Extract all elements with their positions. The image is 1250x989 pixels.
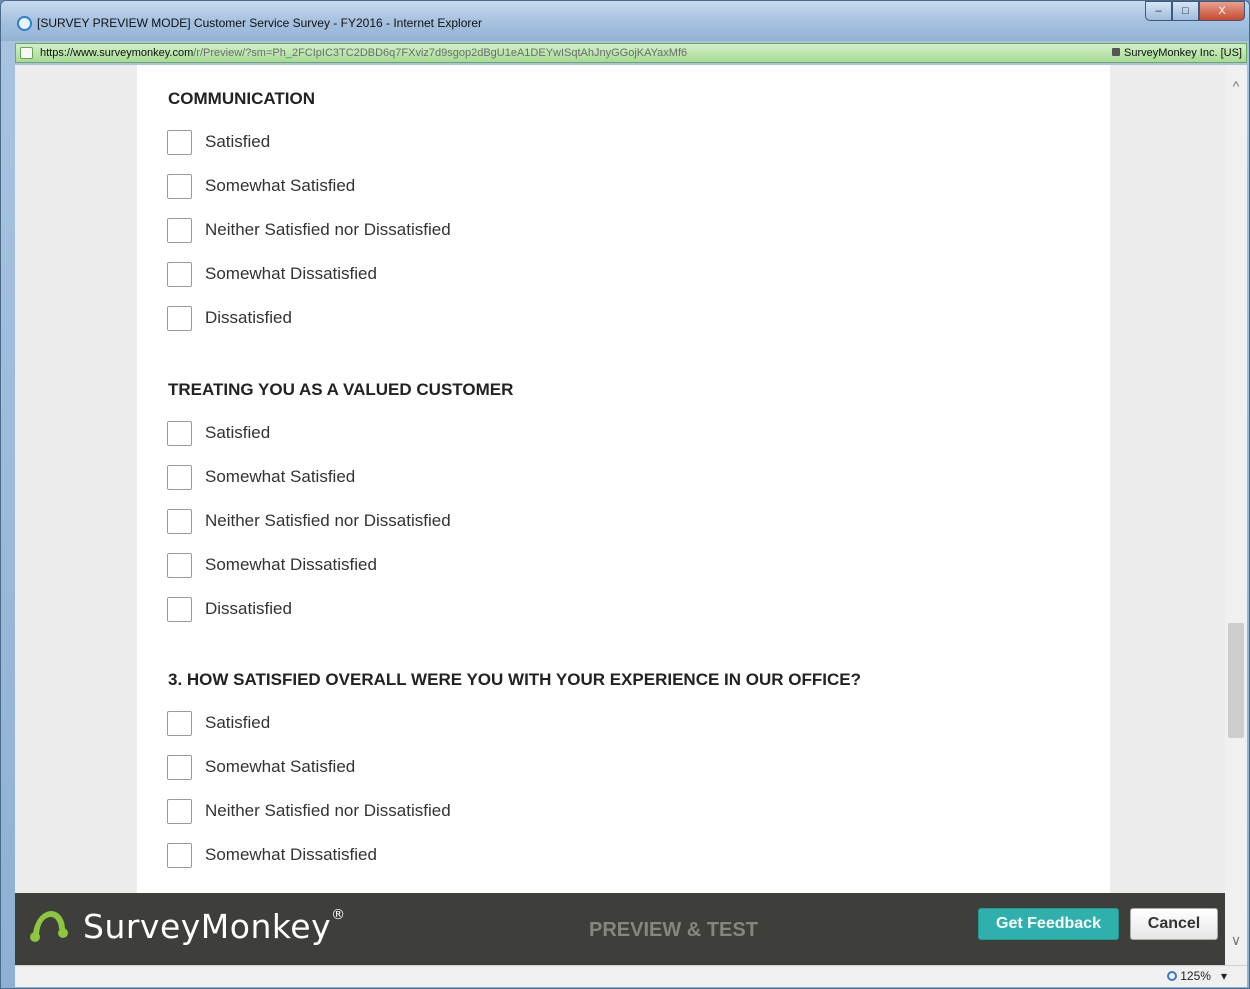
site-favicon-icon [20, 47, 33, 59]
answer-option[interactable]: Neither Satisfied nor Dissatisfied [167, 217, 451, 243]
browser-window: [SURVEY PREVIEW MODE] Customer Service S… [0, 0, 1250, 989]
answer-option-label: Somewhat Dissatisfied [205, 264, 377, 283]
preview-mode-label: PREVIEW & TEST [589, 919, 758, 941]
address-url[interactable]: https://www.surveymonkey.com/r/Preview/?… [40, 47, 687, 59]
answer-checkbox[interactable] [167, 217, 192, 243]
answer-option-label: Somewhat Dissatisfied [205, 555, 377, 574]
answer-option-label: Satisfied [205, 132, 271, 151]
site-identity[interactable]: SurveyMonkey Inc. [US] [1112, 47, 1242, 59]
page-viewport: COMMUNICATION Satisfied Somewhat Satisfied… [15, 65, 1247, 965]
answer-checkbox[interactable] [167, 596, 192, 622]
answer-checkbox[interactable] [167, 129, 192, 155]
internet-explorer-icon [17, 16, 32, 31]
answer-option-label: Dissatisfied [205, 599, 292, 618]
window-controls: – □ X [1145, 1, 1245, 23]
zoom-icon [1167, 971, 1178, 981]
answer-checkbox[interactable] [167, 710, 192, 736]
answer-option-label: Neither Satisfied nor Dissatisfied [205, 801, 451, 820]
answer-option[interactable]: Somewhat Satisfied [167, 173, 355, 199]
close-button[interactable]: X [1199, 1, 1245, 21]
answer-option-label: Somewhat Satisfied [205, 467, 356, 486]
scroll-up-icon[interactable]: ^ [1229, 79, 1243, 93]
answer-checkbox[interactable] [167, 464, 192, 490]
answer-option[interactable]: Satisfied [167, 129, 270, 155]
answer-option-label: Somewhat Dissatisfied [205, 845, 377, 864]
answer-option[interactable]: Satisfied [167, 420, 270, 446]
answer-option[interactable]: Dissatisfied [167, 596, 292, 622]
answer-option[interactable]: Neither Satisfied nor Dissatisfied [167, 798, 451, 824]
answer-checkbox[interactable] [167, 754, 192, 780]
window-title: [SURVEY PREVIEW MODE] Customer Service S… [37, 16, 483, 30]
minimize-button[interactable]: – [1145, 1, 1172, 21]
answer-option-label: Neither Satisfied nor Dissatisfied [205, 511, 451, 530]
status-bar: 125% ▾ [15, 965, 1247, 987]
answer-checkbox[interactable] [167, 508, 192, 534]
address-bar[interactable]: https://www.surveymonkey.com/r/Preview/?… [15, 43, 1247, 63]
preview-bar: SurveyMonkey® PREVIEW & TEST Get Feedbac… [15, 893, 1231, 965]
answer-checkbox[interactable] [167, 798, 192, 824]
answer-option-label: Somewhat Satisfied [205, 176, 356, 195]
answer-option-label: Dissatisfied [205, 308, 292, 327]
answer-option[interactable]: Somewhat Satisfied [167, 464, 355, 490]
surveymonkey-logo-text: SurveyMonkey® [83, 907, 346, 946]
answer-option-label: Somewhat Satisfied [205, 757, 356, 776]
answer-option[interactable]: Somewhat Dissatisfied [167, 552, 377, 578]
answer-checkbox[interactable] [167, 305, 192, 331]
answer-checkbox[interactable] [167, 552, 192, 578]
answer-checkbox[interactable] [167, 261, 192, 287]
maximize-button[interactable]: □ [1172, 1, 1199, 21]
survey-page: COMMUNICATION Satisfied Somewhat Satisfied… [137, 65, 1110, 965]
scroll-down-icon[interactable]: ∨ [1229, 933, 1243, 947]
answer-option-label: Satisfied [205, 713, 271, 732]
answer-option[interactable]: Neither Satisfied nor Dissatisfied [167, 508, 451, 534]
answer-option[interactable]: Satisfied [167, 710, 270, 736]
zoom-control[interactable]: 125% ▾ [1167, 969, 1227, 983]
zoom-dropdown-icon[interactable]: ▾ [1221, 969, 1227, 983]
answer-option[interactable]: Dissatisfied [167, 305, 292, 331]
answer-option[interactable]: Somewhat Satisfied [167, 754, 355, 780]
question-title: TREATING YOU AS A VALUED CUSTOMER [168, 380, 514, 399]
question-title: 3. HOW SATISFIED OVERALL WERE YOU WITH Y… [168, 670, 861, 689]
answer-checkbox[interactable] [167, 420, 192, 446]
vertical-scrollbar[interactable]: ^ ∨ [1225, 65, 1247, 965]
answer-checkbox[interactable] [167, 842, 192, 868]
lock-icon [1112, 48, 1120, 56]
cancel-button[interactable]: Cancel [1130, 908, 1218, 940]
answer-option-label: Neither Satisfied nor Dissatisfied [205, 220, 451, 239]
answer-checkbox[interactable] [167, 173, 192, 199]
scroll-thumb[interactable] [1228, 623, 1244, 738]
answer-option[interactable]: Somewhat Dissatisfied [167, 842, 377, 868]
get-feedback-button[interactable]: Get Feedback [978, 908, 1119, 940]
surveymonkey-logo-icon [30, 911, 68, 942]
title-bar: [SURVEY PREVIEW MODE] Customer Service S… [1, 1, 1249, 41]
answer-option[interactable]: Somewhat Dissatisfied [167, 261, 377, 287]
question-title: COMMUNICATION [168, 89, 315, 108]
answer-option-label: Satisfied [205, 423, 271, 442]
